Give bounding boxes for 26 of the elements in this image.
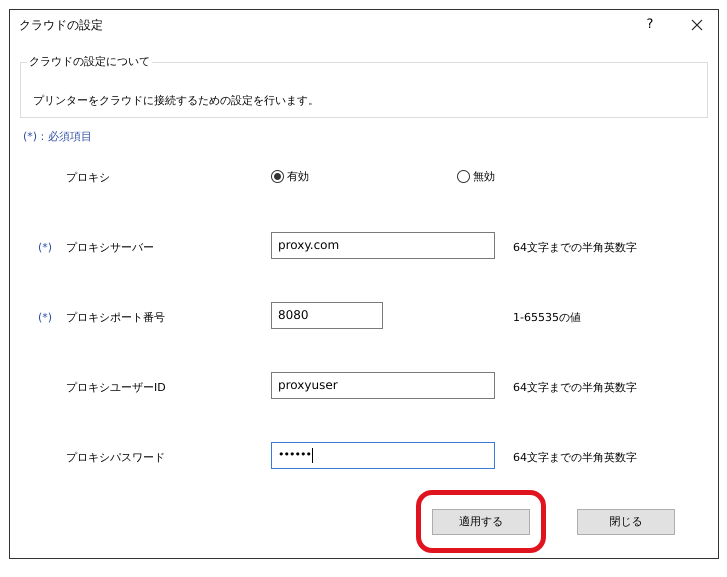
field-label: プロキシポート番号 bbox=[66, 310, 166, 326]
radio-button[interactable] bbox=[457, 170, 470, 184]
input-field[interactable]: proxyuser bbox=[271, 372, 495, 398]
required-mark: (*) bbox=[38, 310, 52, 324]
input-field[interactable]: proxy.com bbox=[271, 232, 495, 258]
hint-text: 64文字までの半角英数字 bbox=[513, 380, 637, 396]
hint-text: 64文字までの半角英数字 bbox=[513, 450, 637, 466]
radio-label: 有効 bbox=[287, 168, 309, 184]
radio-label: 無効 bbox=[473, 168, 495, 184]
required-note: (*) : 必須項目 bbox=[23, 129, 92, 145]
close-icon[interactable] bbox=[690, 18, 704, 32]
input-field[interactable]: 8080 bbox=[271, 302, 383, 328]
radio-button[interactable] bbox=[271, 170, 284, 184]
field-label: プロキシパスワード bbox=[66, 450, 166, 466]
dialog-button[interactable]: 適用する bbox=[432, 508, 530, 535]
window-title: クラウドの設定 bbox=[19, 17, 103, 34]
hint-text: 1-65535の値 bbox=[513, 310, 581, 326]
password-field[interactable]: •••••• bbox=[271, 442, 495, 468]
required-mark: (*) bbox=[38, 240, 52, 254]
help-button[interactable]: ? bbox=[640, 15, 660, 35]
hint-text: 64文字までの半角英数字 bbox=[513, 240, 637, 256]
field-label: プロキシ bbox=[66, 170, 111, 186]
description-text: プリンターをクラウドに接続するための設定を行います。 bbox=[33, 94, 319, 107]
field-label: プロキシサーバー bbox=[66, 240, 155, 256]
dialog-button[interactable]: 閉じる bbox=[577, 508, 675, 535]
field-label: プロキシユーザーID bbox=[66, 380, 167, 396]
